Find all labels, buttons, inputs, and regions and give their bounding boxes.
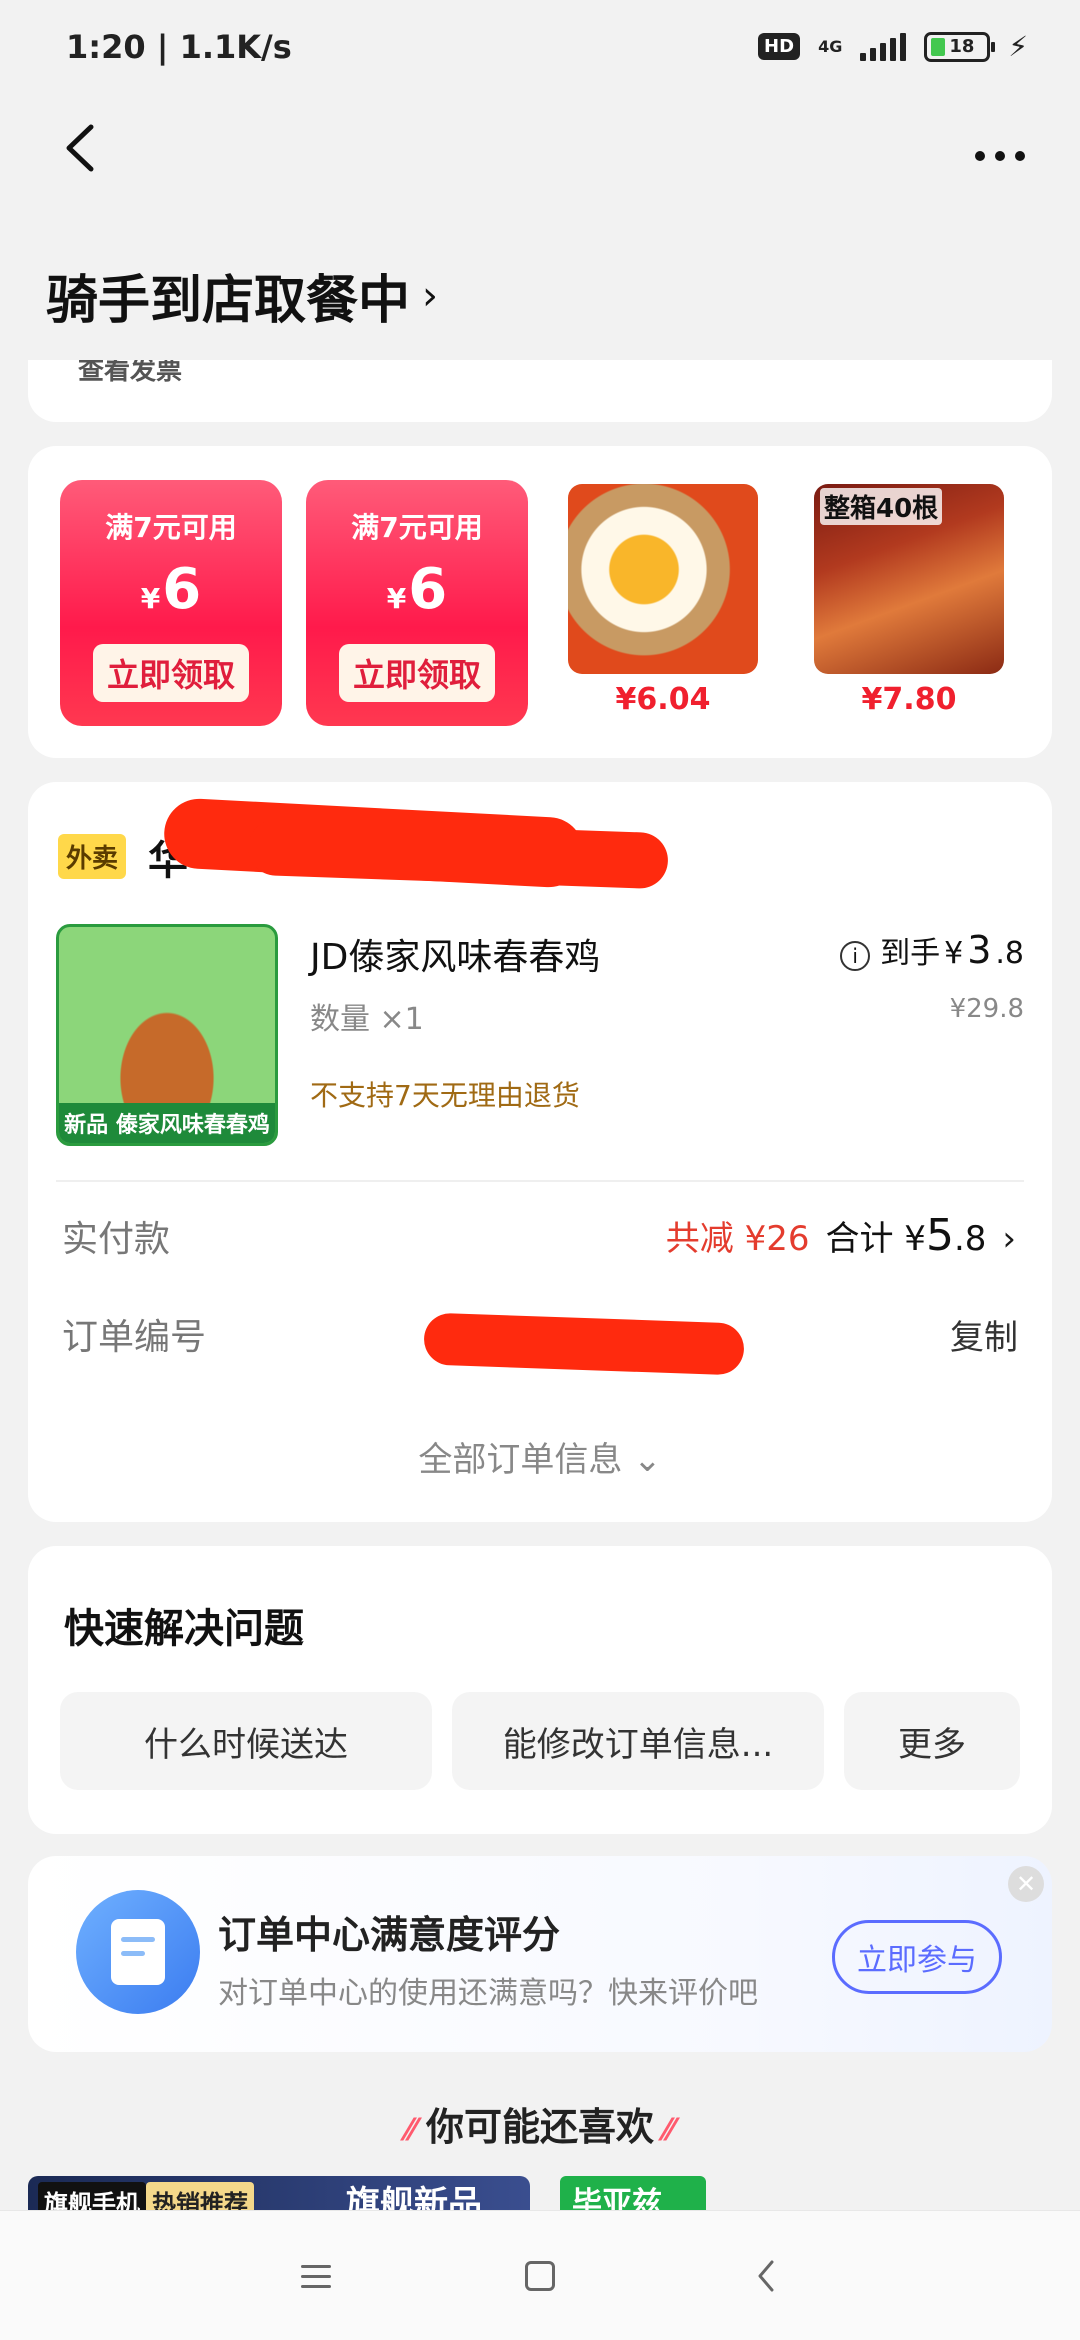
survey-title: 订单中心满意度评分 bbox=[218, 1913, 561, 1957]
quick-help-card: 快速解决问题 什么时候送达 能修改订单信息... 更多 bbox=[28, 1546, 1052, 1834]
payment-summary[interactable]: 共减 ¥26 合计 ¥5.8 › bbox=[666, 1210, 1016, 1261]
close-icon[interactable]: ✕ bbox=[1008, 1866, 1044, 1902]
coupon-amount: ¥6 bbox=[386, 557, 448, 622]
order-card: 外卖 华 新品 傣家风味春春鸡 JD傣家风味春春鸡 数量 ×1 不支持7天无理由… bbox=[28, 782, 1052, 1522]
quick-help-title: 快速解决问题 bbox=[64, 1606, 304, 1652]
discount-amount: 共减 ¥26 bbox=[665, 1219, 810, 1259]
menu-icon bbox=[301, 2264, 331, 2288]
decoration-icon: ⁄⁄ bbox=[664, 2113, 675, 2148]
status-bar: 1:20 | 1.1K/s HD 4G 18 ⚡ bbox=[0, 0, 1080, 100]
system-back-button[interactable] bbox=[736, 2251, 796, 2301]
coupon-condition: 满7元可用 bbox=[351, 511, 483, 544]
coupon-amount: ¥6 bbox=[140, 557, 202, 622]
decoration-icon: ⁄⁄ bbox=[405, 2113, 416, 2148]
order-number-label: 订单编号 bbox=[62, 1317, 207, 1358]
dish-image-badge: 新品 傣家风味春春鸡 bbox=[59, 1103, 275, 1143]
claim-coupon-button[interactable]: 立即领取 bbox=[92, 644, 249, 702]
more-dot bbox=[975, 151, 985, 161]
product-image-title: 整箱40根 bbox=[820, 488, 943, 525]
product-price: ¥7.80 bbox=[861, 682, 957, 717]
chevron-left-icon bbox=[66, 124, 94, 172]
home-button[interactable] bbox=[510, 2251, 570, 2301]
chevron-right-icon: › bbox=[1002, 1219, 1016, 1259]
return-policy: 不支持7天无理由退货 bbox=[310, 1079, 580, 1112]
survey-subtitle: 对订单中心的使用还满意吗？快来评价吧 bbox=[218, 1976, 758, 2011]
dish-quantity: 数量 ×1 bbox=[310, 1002, 424, 1037]
order-top-card: 查看发票 bbox=[28, 360, 1052, 422]
menu-button[interactable] bbox=[286, 2251, 346, 2301]
dish-original-price: ¥29.8 bbox=[949, 994, 1024, 1024]
chicken-feet-image[interactable]: 整箱40根 bbox=[814, 484, 1004, 674]
system-nav-bar bbox=[0, 2210, 1080, 2340]
quick-help-more-chip[interactable]: 更多 bbox=[844, 1692, 1020, 1790]
more-dot bbox=[1015, 151, 1025, 161]
survey-card: 订单中心满意度评分 对订单中心的使用还满意吗？快来评价吧 立即参与 ✕ bbox=[28, 1856, 1052, 2052]
charging-icon: ⚡ bbox=[1008, 30, 1028, 63]
more-button[interactable] bbox=[960, 126, 1040, 186]
copy-order-number-button[interactable]: 复制 bbox=[950, 1310, 1018, 1359]
redaction-mark bbox=[423, 1312, 745, 1376]
join-survey-button[interactable]: 立即参与 bbox=[832, 1920, 1002, 1994]
actual-payment-label: 实付款 bbox=[62, 1219, 171, 1260]
promo-card: 满7元可用 ¥6 立即领取 满7元可用 ¥6 立即领取 ¥6.04 整箱40根 … bbox=[28, 446, 1052, 758]
recommend-heading: ⁄⁄ 你可能还喜欢 ⁄⁄ bbox=[405, 2105, 675, 2149]
back-icon bbox=[758, 2260, 774, 2292]
divider bbox=[56, 1180, 1024, 1182]
chevron-down-icon: ⌄ bbox=[633, 1440, 662, 1480]
hd-icon: HD bbox=[758, 33, 801, 60]
redaction-mark bbox=[247, 818, 669, 890]
takeout-tag: 外卖 bbox=[58, 834, 127, 879]
claim-coupon-button[interactable]: 立即领取 bbox=[338, 644, 495, 702]
quick-help-chip[interactable]: 什么时候送达 bbox=[60, 1692, 432, 1790]
order-status-link[interactable]: 骑手到店取餐中 › bbox=[46, 258, 438, 333]
back-button[interactable] bbox=[50, 118, 110, 178]
status-time: 1:20 | 1.1K/s bbox=[66, 28, 292, 66]
all-order-info-link[interactable]: 全部订单信息 ⌄ bbox=[28, 1432, 1052, 1481]
quick-help-chip[interactable]: 能修改订单信息... bbox=[452, 1692, 824, 1790]
dish-paid-price[interactable]: i 到手 ¥ 3 .8 bbox=[840, 928, 1024, 972]
coupon[interactable]: 满7元可用 ¥6 立即领取 bbox=[306, 480, 528, 726]
invoice-link[interactable]: 查看发票 bbox=[78, 360, 182, 388]
battery-icon: 18 bbox=[924, 31, 996, 62]
survey-document-icon bbox=[76, 1890, 200, 2014]
more-dot bbox=[995, 151, 1005, 161]
home-icon bbox=[525, 2261, 555, 2291]
order-status-title: 骑手到店取餐中 bbox=[46, 271, 411, 331]
network-type: 4G bbox=[818, 37, 843, 56]
dish-name[interactable]: JD傣家风味春春鸡 bbox=[310, 928, 600, 980]
status-icons: HD 4G 18 ⚡ bbox=[758, 30, 1028, 63]
product-price: ¥6.04 bbox=[615, 682, 711, 717]
total-amount: 合计 ¥5.8 bbox=[825, 1210, 987, 1261]
chevron-right-icon: › bbox=[422, 272, 439, 319]
coupon-condition: 满7元可用 bbox=[105, 511, 237, 544]
coupon[interactable]: 满7元可用 ¥6 立即领取 bbox=[60, 480, 282, 726]
signal-icon bbox=[860, 32, 907, 61]
dish-image[interactable]: 新品 傣家风味春春鸡 bbox=[56, 924, 278, 1146]
salted-egg-image[interactable] bbox=[568, 484, 758, 674]
info-icon[interactable]: i bbox=[840, 941, 871, 971]
